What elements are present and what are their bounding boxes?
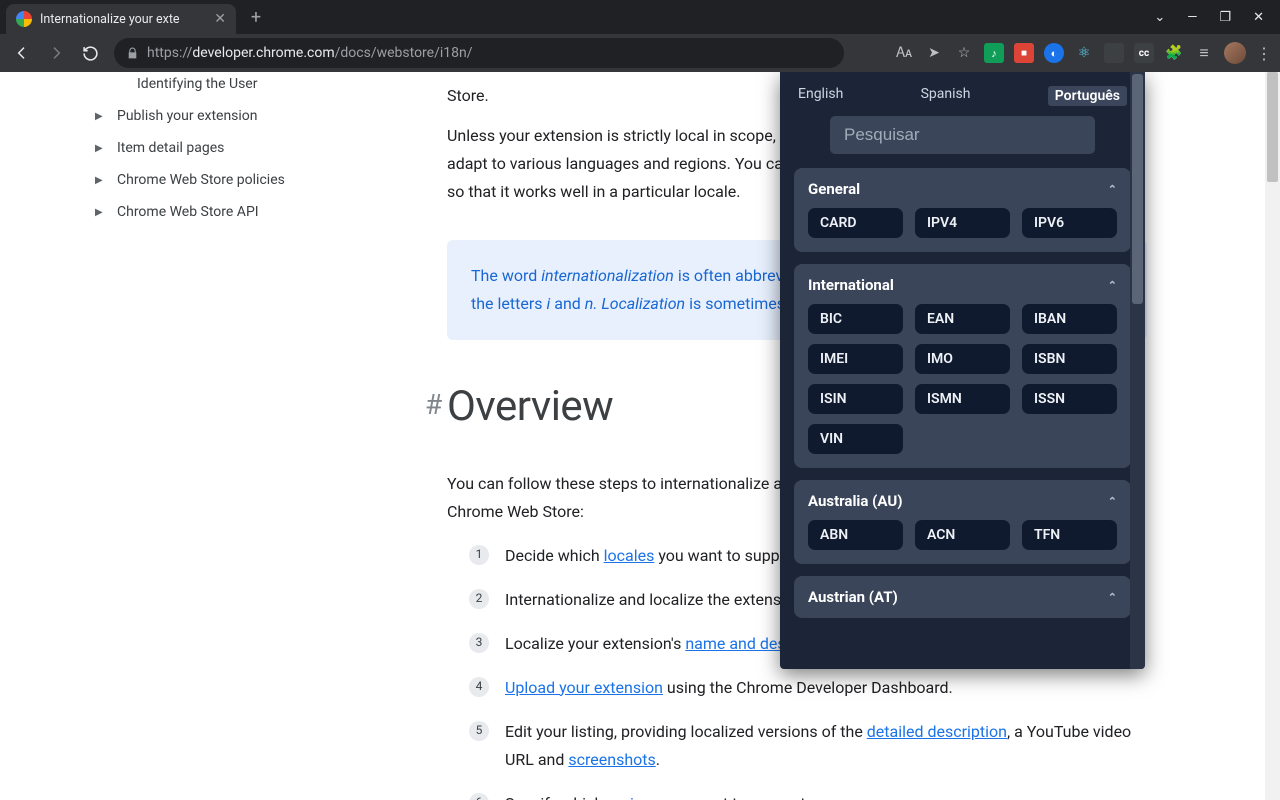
- doc-sidenav: Identifying the User ▶ Publish your exte…: [95, 72, 395, 228]
- tab-title: Internationalize your exte: [40, 12, 206, 27]
- new-tab-button[interactable]: +: [242, 3, 270, 31]
- chip-abn[interactable]: ABN: [808, 520, 903, 550]
- send-icon[interactable]: ➤: [924, 43, 944, 63]
- chip-acn[interactable]: ACN: [915, 520, 1010, 550]
- chrome-favicon: [16, 11, 32, 27]
- lang-tab-portugues[interactable]: Português: [1048, 86, 1127, 106]
- popup-scrollbar[interactable]: [1130, 72, 1145, 669]
- page-scroll-thumb[interactable]: [1267, 72, 1278, 182]
- chip-card[interactable]: CARD: [808, 208, 903, 238]
- step-item: Specify which regions you want to suppor…: [447, 790, 1147, 800]
- extension-popup: English Spanish Português General ⌃ CARD…: [780, 72, 1145, 669]
- forward-button[interactable]: [42, 39, 70, 67]
- anchor-hash-icon[interactable]: #: [425, 380, 442, 429]
- chip-ipv4[interactable]: IPV4: [915, 208, 1010, 238]
- address-bar[interactable]: https://developer.chrome.com/docs/websto…: [114, 38, 844, 68]
- window-controls: ⌄ — ❐ ✕: [1154, 10, 1274, 25]
- sidenav-label: Publish your extension: [117, 108, 258, 124]
- sidenav-label: Item detail pages: [117, 140, 224, 156]
- lang-tab-spanish[interactable]: Spanish: [921, 86, 971, 106]
- browser-menu-icon[interactable]: ⋮: [1256, 44, 1272, 63]
- chevron-right-icon: ▶: [95, 175, 109, 186]
- extension-icons: 🗛 ➤ ☆ ♪ ■ ◐ ⚛ cc 🧩 ≡ ⋮: [894, 42, 1272, 64]
- chip-ean[interactable]: EAN: [915, 304, 1010, 334]
- reload-button[interactable]: [76, 39, 104, 67]
- section-header[interactable]: Austrian (AT) ⌃: [808, 588, 1117, 606]
- ext-react-icon[interactable]: ⚛: [1074, 43, 1094, 63]
- minimize-icon[interactable]: —: [1187, 10, 1197, 25]
- chip-ipv6[interactable]: IPV6: [1022, 208, 1117, 238]
- chevron-up-icon: ⌃: [1108, 183, 1117, 196]
- translate-icon[interactable]: 🗛: [894, 43, 914, 63]
- chevron-right-icon: ▶: [95, 207, 109, 218]
- section-general: General ⌃ CARD IPV4 IPV6: [794, 168, 1131, 252]
- link-screenshots[interactable]: screenshots: [568, 750, 655, 769]
- chip-bic[interactable]: BIC: [808, 304, 903, 334]
- step-item: Upload your extension using the Chrome D…: [447, 674, 1147, 702]
- bookmark-star-icon[interactable]: ☆: [954, 43, 974, 63]
- ext-red-icon[interactable]: ■: [1014, 43, 1034, 63]
- section-header[interactable]: International ⌃: [808, 276, 1117, 294]
- link-detailed-desc[interactable]: detailed description: [867, 722, 1007, 741]
- chip-ismn[interactable]: ISMN: [915, 384, 1010, 414]
- sidenav-label: Chrome Web Store API: [117, 204, 259, 220]
- language-tabs: English Spanish Português: [780, 72, 1145, 116]
- chevron-right-icon: ▶: [95, 143, 109, 154]
- section-header[interactable]: General ⌃: [808, 180, 1117, 198]
- chevron-right-icon: ▶: [95, 111, 109, 122]
- playlist-icon[interactable]: ≡: [1194, 43, 1214, 63]
- chip-issn[interactable]: ISSN: [1022, 384, 1117, 414]
- close-window-icon[interactable]: ✕: [1253, 10, 1264, 25]
- step-item: Edit your listing, providing localized v…: [447, 718, 1147, 774]
- ext-grey-icon[interactable]: [1104, 43, 1124, 63]
- back-button[interactable]: [8, 39, 36, 67]
- link-upload[interactable]: Upload your extension: [505, 678, 663, 697]
- sidenav-label: Chrome Web Store policies: [117, 172, 285, 188]
- link-regions[interactable]: regions: [607, 794, 660, 800]
- browser-tab[interactable]: Internationalize your exte ✕: [6, 4, 236, 34]
- section-international: International ⌃ BIC EAN IBAN IMEI IMO IS…: [794, 264, 1131, 468]
- chevron-up-icon: ⌃: [1108, 279, 1117, 292]
- sidenav-item-policies[interactable]: ▶ Chrome Web Store policies: [95, 164, 395, 196]
- popup-scroll-thumb[interactable]: [1132, 74, 1143, 304]
- popup-body: General ⌃ CARD IPV4 IPV6 International ⌃…: [780, 168, 1145, 669]
- sidenav-sub-item[interactable]: Identifying the User: [95, 76, 395, 100]
- chevron-up-icon: ⌃: [1108, 495, 1117, 508]
- close-tab-icon[interactable]: ✕: [214, 11, 226, 27]
- chip-iban[interactable]: IBAN: [1022, 304, 1117, 334]
- url-text: https://developer.chrome.com/docs/websto…: [147, 45, 473, 61]
- chip-tfn[interactable]: TFN: [1022, 520, 1117, 550]
- sidenav-item-api[interactable]: ▶ Chrome Web Store API: [95, 196, 395, 228]
- section-australia: Australia (AU) ⌃ ABN ACN TFN: [794, 480, 1131, 564]
- maximize-icon[interactable]: ❐: [1219, 10, 1231, 25]
- sidenav-item-publish[interactable]: ▶ Publish your extension: [95, 100, 395, 132]
- section-austrian: Austrian (AT) ⌃: [794, 576, 1131, 618]
- chip-imei[interactable]: IMEI: [808, 344, 903, 374]
- lock-icon: [126, 47, 139, 60]
- lang-tab-english[interactable]: English: [798, 86, 843, 106]
- ext-cc-icon[interactable]: cc: [1134, 43, 1154, 63]
- section-header[interactable]: Australia (AU) ⌃: [808, 492, 1117, 510]
- ext-green-icon[interactable]: ♪: [984, 43, 1004, 63]
- chip-isbn[interactable]: ISBN: [1022, 344, 1117, 374]
- ext-blue-icon[interactable]: ◐: [1044, 43, 1064, 63]
- search-input[interactable]: [830, 116, 1095, 154]
- profile-avatar[interactable]: [1224, 42, 1246, 64]
- page-content: Identifying the User ▶ Publish your exte…: [0, 72, 1280, 800]
- chip-imo[interactable]: IMO: [915, 344, 1010, 374]
- extensions-puzzle-icon[interactable]: 🧩: [1164, 43, 1184, 63]
- sidenav-item-detail[interactable]: ▶ Item detail pages: [95, 132, 395, 164]
- chip-isin[interactable]: ISIN: [808, 384, 903, 414]
- browser-toolbar: https://developer.chrome.com/docs/websto…: [0, 34, 1280, 72]
- chevron-down-icon[interactable]: ⌄: [1154, 10, 1165, 25]
- chevron-up-icon: ⌃: [1108, 591, 1117, 604]
- browser-tabbar: Internationalize your exte ✕ + ⌄ — ❐ ✕: [0, 0, 1280, 34]
- page-scrollbar[interactable]: [1265, 72, 1280, 800]
- chip-vin[interactable]: VIN: [808, 424, 903, 454]
- link-locales[interactable]: locales: [604, 546, 655, 565]
